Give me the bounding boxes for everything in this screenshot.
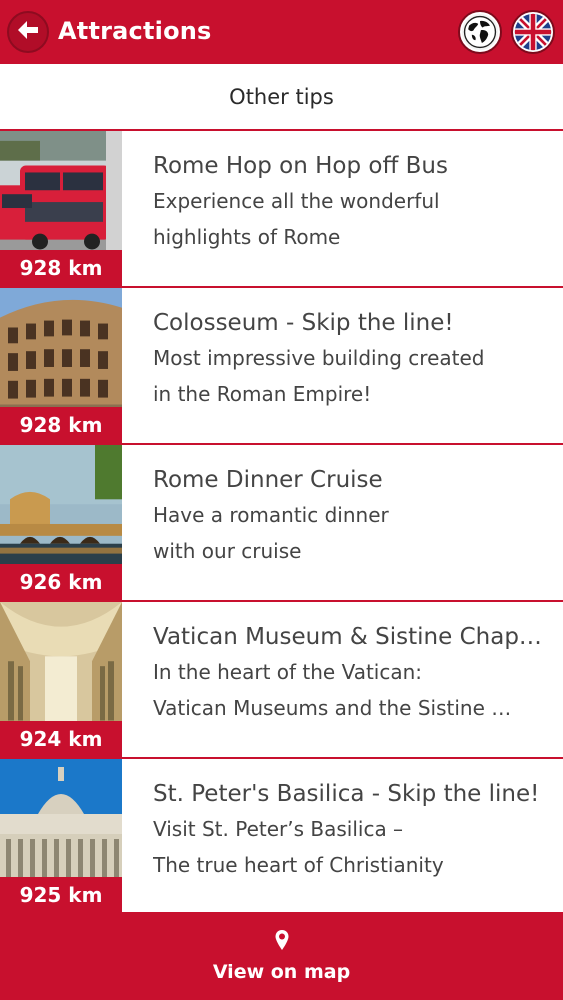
list-item[interactable]: 928 km Colosseum - Skip the line! Most i… <box>0 288 563 445</box>
item-text: St. Peter's Basilica - Skip the line! Vi… <box>153 777 543 883</box>
item-title: Vatican Museum & Sistine Chap… <box>153 624 542 650</box>
item-description-line-1: Have a romantic dinner <box>153 503 389 527</box>
item-description-line-2: Vatican Museums and the Sistine … <box>153 696 512 720</box>
list-item[interactable]: 926 km Rome Dinner Cruise Have a romanti… <box>0 445 563 602</box>
list-item[interactable]: 928 km Rome Hop on Hop off Bus Experienc… <box>0 131 563 288</box>
item-description-line-1: Experience all the wonderful <box>153 189 440 213</box>
list-item[interactable]: 925 km St. Peter's Basilica - Skip the l… <box>0 759 563 913</box>
item-description-line-2: with our cruise <box>153 539 302 563</box>
view-on-map-label: View on map <box>212 961 351 983</box>
item-description-line-2: highlights of Rome <box>153 225 341 249</box>
distance-badge: 928 km <box>0 407 122 443</box>
bus-photo: 928 km <box>0 131 122 286</box>
distance-badge: 925 km <box>0 877 122 913</box>
language-button[interactable] <box>511 10 555 54</box>
item-description-line-2: in the Roman Empire! <box>153 382 372 406</box>
museum-photo: 924 km <box>0 602 122 757</box>
distance-badge: 926 km <box>0 564 122 600</box>
section-title: Other tips <box>0 64 563 131</box>
item-description-line-2: The true heart of Christianity <box>153 853 444 877</box>
back-button[interactable] <box>7 11 49 53</box>
item-text: Rome Dinner Cruise Have a romantic dinne… <box>153 463 543 569</box>
item-text: Rome Hop on Hop off Bus Experience all t… <box>153 149 543 255</box>
attractions-list: 928 km Rome Hop on Hop off Bus Experienc… <box>0 131 563 913</box>
page-title: Attractions <box>58 17 212 45</box>
basilica-photo: 925 km <box>0 759 122 913</box>
arrow-left-icon <box>15 17 41 47</box>
map-pin-icon <box>274 929 290 951</box>
item-title: Rome Hop on Hop off Bus <box>153 153 448 179</box>
colosseum-photo: 928 km <box>0 288 122 443</box>
item-description-line-1: Most impressive building created <box>153 346 485 370</box>
item-text: Vatican Museum & Sistine Chap… In the he… <box>153 620 543 726</box>
list-item[interactable]: 924 km Vatican Museum & Sistine Chap… In… <box>0 602 563 759</box>
item-text: Colosseum - Skip the line! Most impressi… <box>153 306 543 412</box>
distance-badge: 928 km <box>0 250 122 286</box>
view-on-map-button[interactable]: View on map <box>0 912 563 1000</box>
item-title: Rome Dinner Cruise <box>153 467 383 493</box>
uk-flag-icon <box>513 12 553 52</box>
distance-badge: 924 km <box>0 721 122 757</box>
top-bar: Attractions <box>0 0 563 64</box>
item-description-line-1: In the heart of the Vatican: <box>153 660 423 684</box>
globe-icon <box>460 12 500 52</box>
app-screen: Attractions Other tips 928 km Rome Hop o… <box>0 0 563 1000</box>
item-title: St. Peter's Basilica - Skip the line! <box>153 781 540 807</box>
globe-button[interactable] <box>458 10 502 54</box>
item-description-line-1: Visit St. Peter’s Basilica – <box>153 817 404 841</box>
item-title: Colosseum - Skip the line! <box>153 310 454 336</box>
river-photo: 926 km <box>0 445 122 600</box>
